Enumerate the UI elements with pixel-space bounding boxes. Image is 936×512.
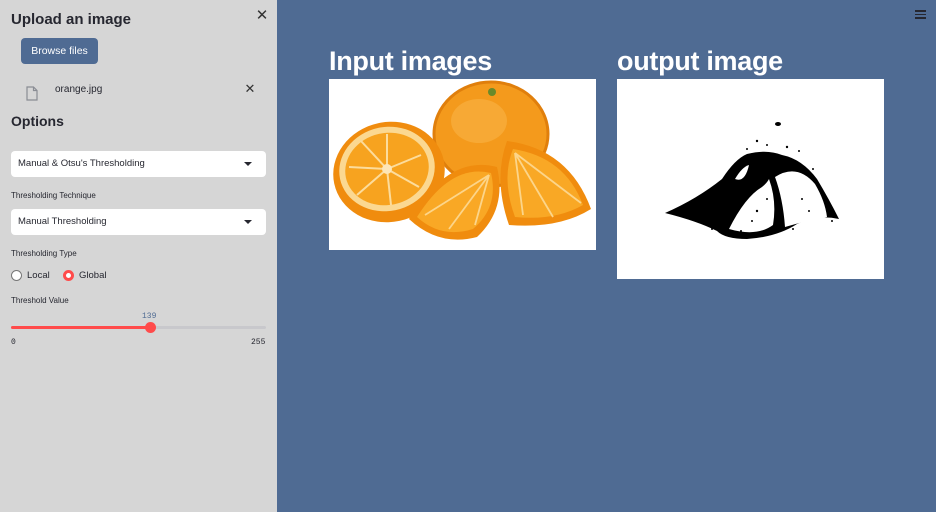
threshold-slider[interactable] [11,322,266,333]
slider-thumb[interactable] [145,322,156,333]
output-image [617,79,884,279]
sidebar-close-icon[interactable]: ✕ [254,8,270,24]
sidebar: ✕ Upload an image Browse files orange.jp… [0,0,277,512]
slider-min: 0 [11,338,16,347]
remove-file-icon[interactable]: ✕ [243,82,257,96]
radio-global[interactable] [63,270,74,281]
type-label: Thresholding Type [11,249,77,258]
input-image [329,79,596,250]
chevron-down-icon [244,162,252,166]
mode-select[interactable]: Manual & Otsu's Thresholding [11,151,266,177]
slider-value: 139 [142,312,157,321]
output-heading: output image [617,46,783,76]
chevron-down-icon [244,220,252,224]
technique-select-value: Manual Thresholding [18,216,107,227]
file-icon [26,86,38,101]
upload-title: Upload an image [11,11,132,28]
orange-photo [333,80,591,240]
thresholded-image [617,79,884,279]
uploaded-file: orange.jpg ✕ [11,80,266,104]
mode-select-value: Manual & Otsu's Thresholding [18,158,145,169]
hamburger-menu-icon[interactable] [915,10,926,20]
slider-max: 255 [251,338,266,347]
radio-local[interactable] [11,270,22,281]
threshold-label: Threshold Value [11,296,69,305]
technique-label: Thresholding Technique [11,191,96,200]
file-name: orange.jpg [55,84,103,95]
slider-fill [11,326,150,329]
input-heading: Input images [329,46,492,76]
browse-files-button[interactable]: Browse files [21,38,98,64]
technique-select[interactable]: Manual Thresholding [11,209,266,235]
options-title: Options [11,113,64,129]
radio-local-label[interactable]: Local [27,269,50,282]
radio-global-label[interactable]: Global [79,269,106,282]
